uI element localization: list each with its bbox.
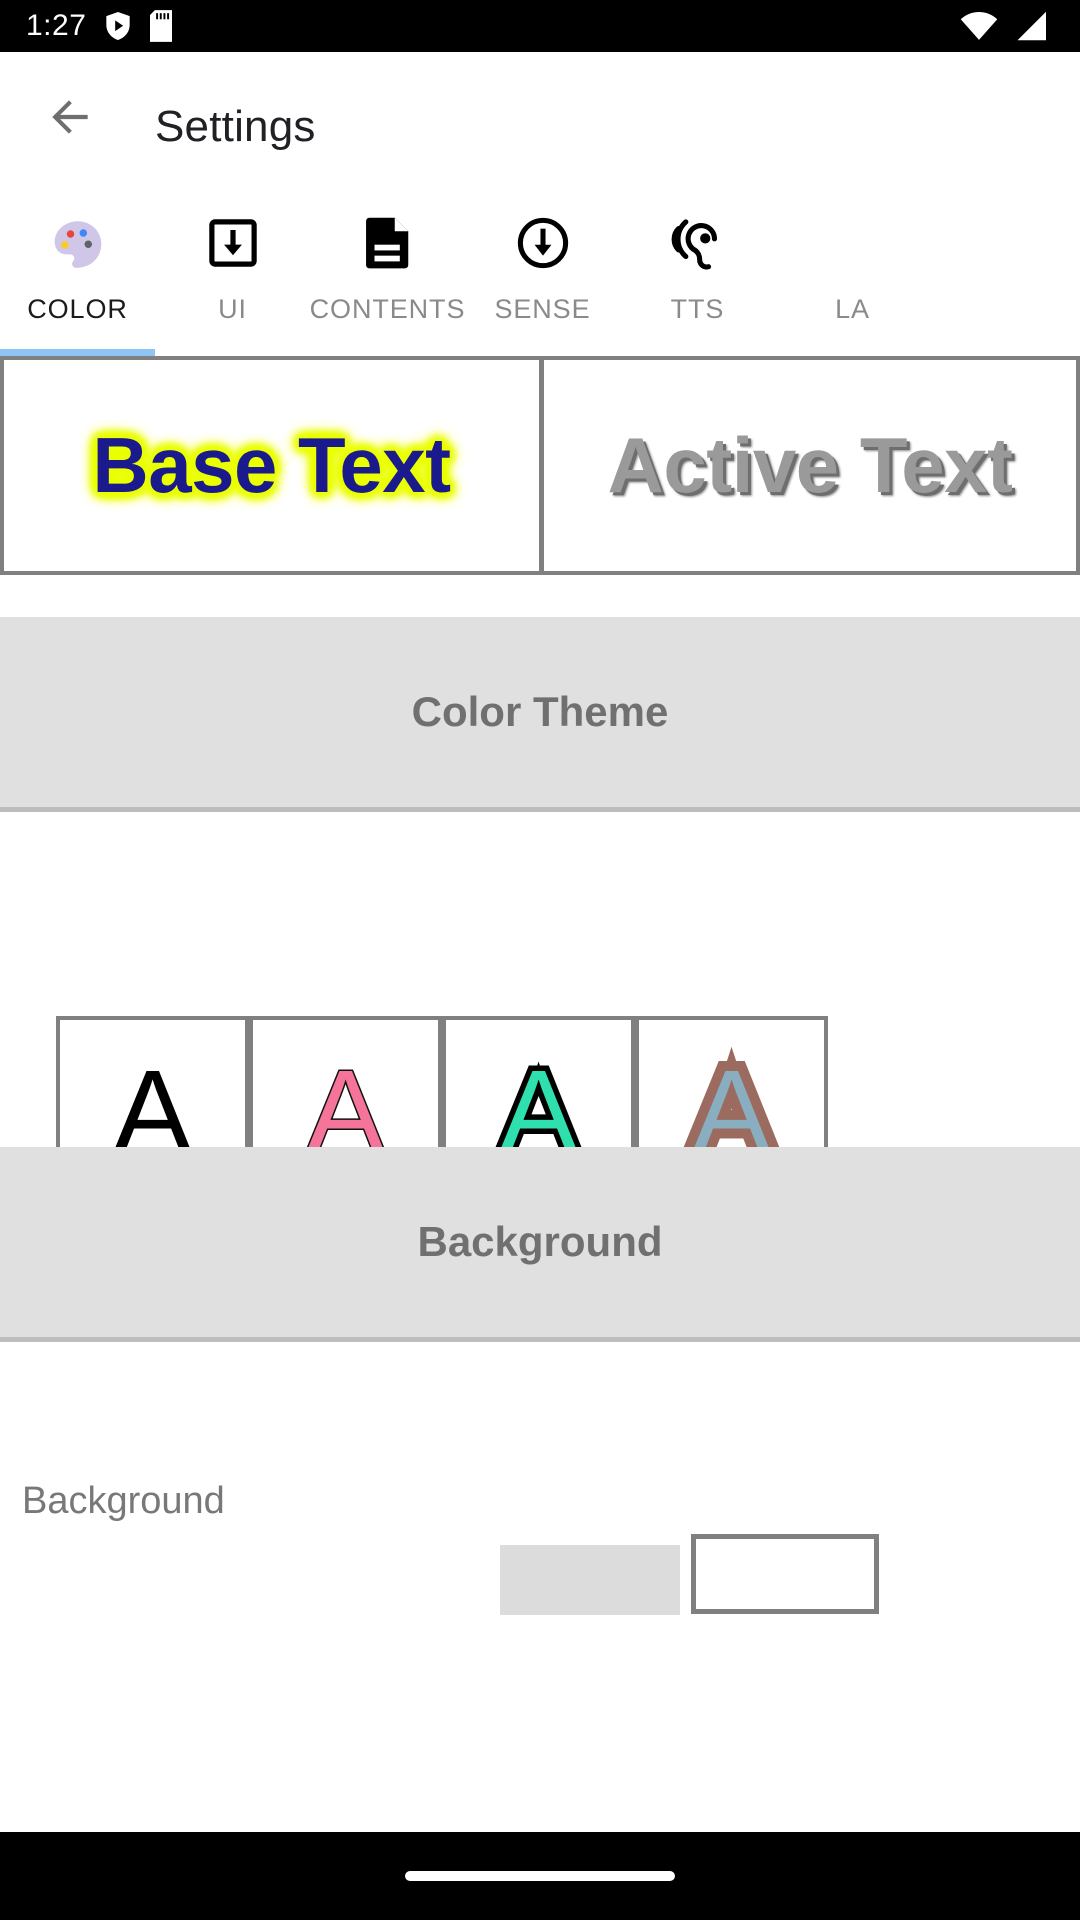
download-box-icon xyxy=(207,212,259,274)
tab-sense[interactable]: SENSE xyxy=(465,186,620,356)
status-bar-right xyxy=(960,11,1048,41)
cellular-signal-icon xyxy=(1017,11,1046,41)
tab-strip: COLOR UI CONTENTS SENSE TTS LA xyxy=(0,186,930,356)
active-text-sample: Active Text xyxy=(607,421,1013,509)
sd-card-icon xyxy=(150,10,173,42)
tab-contents[interactable]: CONTENTS xyxy=(310,186,465,356)
tab-label-tts: TTS xyxy=(670,294,725,324)
tab-label-sense: SENSE xyxy=(494,294,591,324)
app-bar: Settings xyxy=(0,52,1080,182)
page-title: Settings xyxy=(155,102,316,151)
palette-icon xyxy=(50,212,106,274)
status-bar: 1:27 xyxy=(0,0,1080,52)
background-swatch-gray[interactable] xyxy=(500,1545,680,1615)
text-preview-row: Base Text Active Text xyxy=(0,356,1080,575)
background-setting-label: Background xyxy=(22,1480,225,1522)
document-icon xyxy=(363,212,413,274)
base-text-sample: Base Text xyxy=(92,421,451,509)
tab-ui[interactable]: UI xyxy=(155,186,310,356)
back-arrow-icon xyxy=(52,100,88,134)
divider-background xyxy=(0,1337,1080,1342)
ear-sound-icon xyxy=(671,212,725,274)
active-tab-indicator xyxy=(0,349,155,356)
section-header-color-theme: Color Theme xyxy=(0,617,1080,807)
circle-down-arrow-icon xyxy=(516,212,570,274)
settings-tab-bar[interactable]: COLOR UI CONTENTS SENSE TTS LA xyxy=(0,186,1080,356)
background-swatch-white[interactable] xyxy=(691,1534,879,1614)
base-text-preview[interactable]: Base Text xyxy=(4,360,539,571)
tab-tts[interactable]: TTS xyxy=(620,186,775,356)
tab-label-color: COLOR xyxy=(27,294,128,324)
section-title-background: Background xyxy=(417,1218,663,1265)
tab-label-ui: UI xyxy=(218,294,247,324)
active-text-preview[interactable]: Active Text xyxy=(544,360,1076,571)
tab-color[interactable]: COLOR xyxy=(0,186,155,356)
play-protect-shield-icon xyxy=(106,12,131,40)
phone-screen: 1:27 Settings COLOR UI CONTENTS SENSE TT… xyxy=(0,0,1080,1920)
section-header-background: Background xyxy=(0,1147,1080,1337)
section-title-color-theme: Color Theme xyxy=(411,688,669,735)
divider-color-theme xyxy=(0,807,1080,812)
home-gesture-pill[interactable] xyxy=(405,1871,675,1881)
system-navigation-bar xyxy=(0,1832,1080,1920)
tab-label-contents: CONTENTS xyxy=(309,294,466,324)
wifi-icon xyxy=(960,11,998,40)
status-bar-clock: 1:27 xyxy=(26,9,87,42)
back-button[interactable] xyxy=(28,74,114,160)
tab-label-language: LA xyxy=(835,294,870,324)
tab-language[interactable]: LA xyxy=(775,186,930,356)
status-bar-left: 1:27 xyxy=(26,9,173,42)
